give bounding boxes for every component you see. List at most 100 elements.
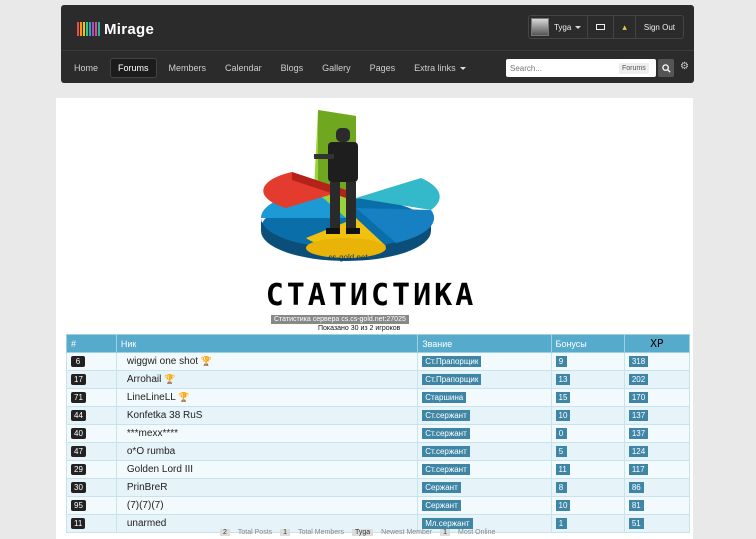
bell-icon: ▴ — [622, 21, 627, 32]
nav-item-members[interactable]: Members — [162, 58, 214, 78]
cell-bonus: 0 — [550, 424, 625, 443]
cell-rank: Ст.сержант — [417, 460, 552, 479]
player-name-link[interactable]: ***mexx**** — [127, 428, 178, 439]
chevron-down-icon — [459, 66, 466, 70]
notifications-button[interactable]: ▴ — [613, 16, 635, 38]
cell-xp: 117 — [623, 460, 691, 479]
bonus-badge: 0 — [555, 428, 567, 439]
table-row: 6 wiggwi one shot 🏆 Ст.Прапорщик 9 318 — [66, 352, 691, 371]
nav-item-pages[interactable]: Pages — [363, 58, 403, 78]
cell-nick: PrinBreR — [115, 478, 419, 497]
player-name-link[interactable]: Konfetka 38 RuS — [127, 410, 203, 421]
col-header-num[interactable]: # — [66, 334, 117, 353]
bonus-badge: 13 — [555, 374, 571, 385]
search-button[interactable] — [658, 59, 674, 77]
forum-stats-footer: 2 Total Posts 1 Total Members Tyga Newes… — [220, 529, 495, 536]
xp-badge: 170 — [628, 392, 649, 403]
gear-icon[interactable]: ⚙ — [680, 61, 689, 72]
cell-xp: 81 — [623, 496, 691, 515]
brand-bar — [92, 22, 94, 36]
rank-number-badge: 71 — [71, 392, 86, 403]
player-name-link[interactable]: o*O rumba — [127, 446, 175, 457]
player-name-link[interactable]: wiggwi one shot — [127, 356, 198, 367]
nav-item-extra-links[interactable]: Extra links — [407, 58, 473, 78]
xp-badge: 81 — [628, 500, 644, 511]
player-name-link[interactable]: unarmed — [127, 518, 166, 529]
nav-item-forums[interactable]: Forums — [110, 58, 157, 78]
total-members-label: Total Members — [298, 529, 344, 536]
brand-name: Mirage — [104, 20, 155, 38]
total-posts-value: 2 — [220, 529, 230, 536]
col-header-xp[interactable]: XP — [623, 334, 691, 353]
cell-num: 6 — [66, 352, 117, 371]
col-header-nick[interactable]: Ник — [115, 334, 419, 353]
table-row: 30 PrinBreR Сержант 8 86 — [66, 478, 691, 497]
sign-out-button[interactable]: Sign Out — [634, 16, 683, 38]
xp-badge: 318 — [628, 356, 649, 367]
nav-item-label: Pages — [369, 63, 396, 73]
nav-item-gallery[interactable]: Gallery — [315, 58, 358, 78]
xp-badge: 137 — [628, 410, 649, 421]
bonus-badge: 10 — [555, 500, 571, 511]
player-name-link[interactable]: Arrohail — [127, 374, 161, 385]
nav-item-home[interactable]: Home — [67, 58, 105, 78]
cell-nick: Arrohail 🏆 — [115, 370, 419, 389]
top-bar: Mirage Tyga ▴ Sign Out Home Forums Members… — [61, 5, 694, 83]
brand-logo[interactable]: Mirage — [77, 19, 154, 39]
col-header-bonus[interactable]: Бонусы — [550, 334, 625, 353]
trophy-icon: 🏆 — [200, 356, 213, 366]
player-name-link[interactable]: PrinBreR — [127, 482, 168, 493]
rank-badge: Ст.сержант — [422, 446, 470, 457]
shown-count: Показано 30 из 2 игроков — [318, 325, 401, 332]
rank-badge: Мл.сержант — [422, 518, 473, 529]
rank-badge: Ст.сержант — [422, 410, 470, 421]
xp-badge: 124 — [628, 446, 649, 457]
cell-rank: Ст.Прапорщик — [417, 352, 552, 371]
nav-item-calendar[interactable]: Calendar — [218, 58, 269, 78]
table-row: 47 o*O rumba Ст.сержант 5 124 — [66, 442, 691, 461]
nav-item-label: Calendar — [225, 63, 262, 73]
nav-item-label: Members — [168, 63, 207, 73]
most-online-value: 1 — [440, 529, 451, 536]
rank-number-badge: 6 — [71, 356, 85, 367]
search-scope[interactable]: Forums — [619, 62, 649, 74]
nav-item-label: Home — [74, 63, 99, 73]
rank-badge: Сержант — [422, 500, 461, 511]
table-row: 71 LineLineLL 🏆 Старшина 15 170 — [66, 388, 691, 407]
cell-xp: 51 — [623, 514, 691, 533]
stats-table: # Ник Звание Бонусы XP 6 wiggwi one shot … — [66, 334, 691, 533]
newest-member-label: Newest Member — [381, 529, 433, 536]
cell-bonus: 8 — [550, 478, 625, 497]
rank-badge: Сержант — [422, 482, 461, 493]
brand-bar — [95, 22, 97, 36]
col-header-rank[interactable]: Звание — [417, 334, 552, 353]
player-name-link[interactable]: Golden Lord III — [127, 464, 193, 475]
bonus-badge: 9 — [555, 356, 567, 367]
messages-button[interactable] — [587, 16, 613, 38]
player-name-link[interactable]: LineLineLL — [127, 392, 176, 403]
brand-bar — [80, 22, 82, 36]
rank-number-badge: 29 — [71, 464, 86, 475]
stats-banner-image: cs-gold.net — [56, 98, 693, 273]
player-name-link[interactable]: (7)(7)(7) — [127, 500, 164, 511]
cell-bonus: 13 — [550, 370, 625, 389]
table-row: 17 Arrohail 🏆 Ст.Прапорщик 13 202 — [66, 370, 691, 389]
cell-xp: 318 — [623, 352, 691, 371]
nav-item-label: Gallery — [322, 63, 351, 73]
table-header-row: # Ник Звание Бонусы XP — [66, 334, 691, 353]
mail-icon — [596, 24, 606, 30]
cell-nick: Golden Lord III — [115, 460, 419, 479]
search-box: Forums — [506, 59, 656, 77]
main-nav: Home Forums Members Calendar Blogs Gallery Pag… — [61, 50, 694, 83]
user-dropdown[interactable]: Tyga — [529, 16, 587, 38]
stats-title: СТАТИСТИКА — [265, 278, 477, 313]
cell-bonus: 10 — [550, 496, 625, 515]
bonus-badge: 1 — [555, 518, 567, 529]
table-row: 29 Golden Lord III Ст.сержант 11 117 — [66, 460, 691, 479]
xp-badge: 202 — [628, 374, 649, 385]
nav-item-blogs[interactable]: Blogs — [274, 58, 311, 78]
xp-badge: 117 — [628, 464, 648, 475]
cell-rank: Старшина — [417, 388, 552, 407]
search-input[interactable] — [506, 63, 619, 73]
newest-member-value[interactable]: Tyga — [351, 529, 374, 536]
